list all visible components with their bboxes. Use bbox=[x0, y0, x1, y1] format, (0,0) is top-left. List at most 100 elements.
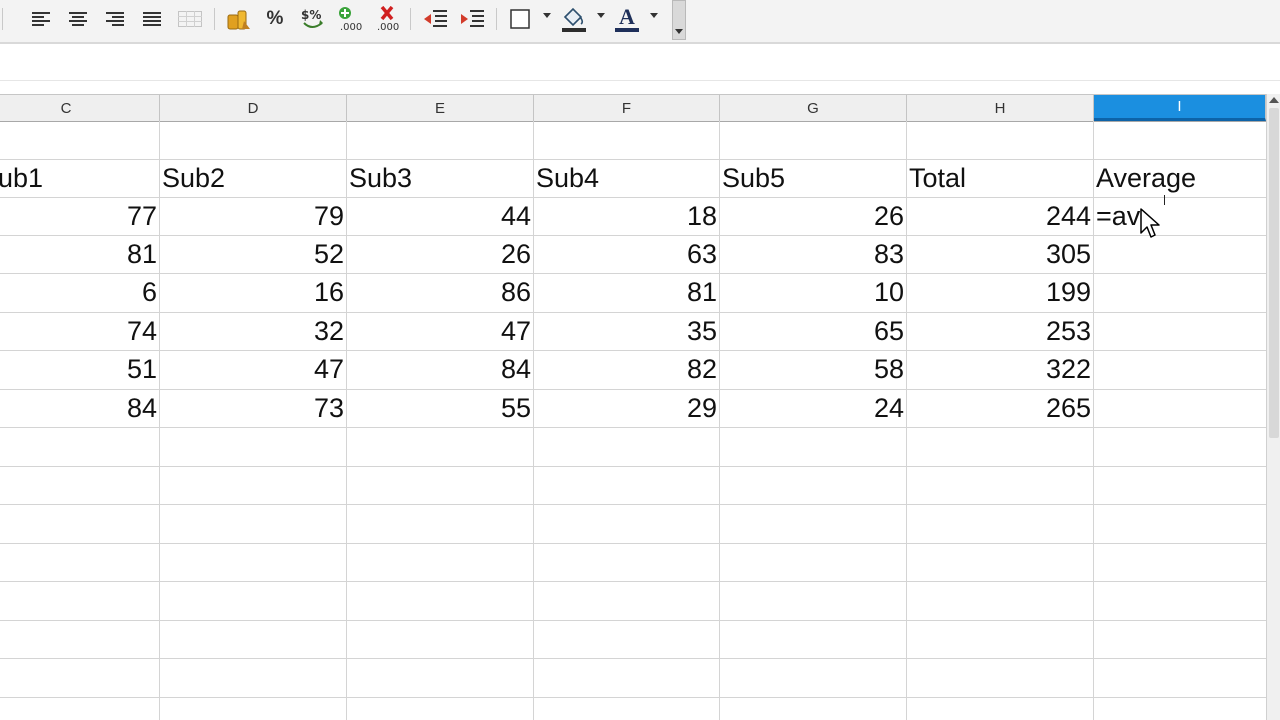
grid-line bbox=[0, 543, 1266, 544]
data-cell[interactable]: 26 bbox=[347, 235, 531, 273]
data-cell[interactable]: 18 bbox=[534, 197, 717, 235]
data-cell[interactable]: 73 bbox=[160, 389, 344, 427]
data-cell[interactable]: 77 bbox=[0, 197, 157, 235]
background-color-button[interactable] bbox=[558, 4, 590, 34]
scroll-up-arrow-icon[interactable] bbox=[1269, 97, 1279, 103]
add-decimal-icon: .000 bbox=[339, 7, 362, 32]
header-cell[interactable]: Sub3 bbox=[349, 159, 531, 197]
data-cell[interactable]: 44 bbox=[347, 197, 531, 235]
chevron-down-icon bbox=[675, 29, 683, 34]
currency-format-button[interactable] bbox=[225, 4, 253, 34]
grid-line bbox=[0, 466, 1266, 467]
header-cell[interactable]: Sub4 bbox=[536, 159, 718, 197]
column-header-f[interactable]: F bbox=[534, 95, 720, 121]
data-cell[interactable]: 322 bbox=[907, 350, 1091, 388]
grid-line bbox=[0, 658, 1266, 659]
data-cell[interactable]: 83 bbox=[720, 235, 904, 273]
toolbar-overflow-button[interactable] bbox=[672, 0, 686, 40]
justify-icon bbox=[143, 12, 161, 26]
percent-icon: % bbox=[266, 8, 284, 29]
data-cell[interactable]: 55 bbox=[347, 389, 531, 427]
background-color-dropdown-arrow[interactable] bbox=[597, 13, 605, 18]
align-center-button[interactable] bbox=[65, 4, 91, 34]
svg-text:.000: .000 bbox=[340, 22, 362, 32]
data-cell[interactable]: 32 bbox=[160, 312, 344, 350]
data-cell[interactable]: 47 bbox=[160, 350, 344, 388]
data-cell[interactable]: 35 bbox=[534, 312, 717, 350]
data-cell[interactable]: 305 bbox=[907, 235, 1091, 273]
data-cell[interactable]: 84 bbox=[347, 350, 531, 388]
vertical-scrollbar[interactable] bbox=[1266, 94, 1280, 720]
data-cell[interactable]: 81 bbox=[0, 235, 157, 273]
grid-line bbox=[0, 697, 1266, 698]
font-color-dropdown-arrow[interactable] bbox=[650, 13, 658, 18]
data-cell[interactable]: 74 bbox=[0, 312, 157, 350]
toolbar-separator bbox=[2, 8, 3, 30]
column-header-g[interactable]: G bbox=[720, 95, 907, 121]
data-cell[interactable]: 244 bbox=[907, 197, 1091, 235]
data-cell[interactable]: 24 bbox=[720, 389, 904, 427]
column-header-c[interactable]: C bbox=[0, 95, 160, 121]
borders-dropdown-arrow[interactable] bbox=[543, 13, 551, 18]
grid-line bbox=[0, 581, 1266, 582]
data-cell[interactable]: 86 bbox=[347, 273, 531, 311]
grid-line bbox=[0, 620, 1266, 621]
data-cell[interactable]: 265 bbox=[907, 389, 1091, 427]
data-cell[interactable]: 10 bbox=[720, 273, 904, 311]
data-cell[interactable]: 26 bbox=[720, 197, 904, 235]
align-left-button[interactable] bbox=[28, 4, 54, 34]
data-cell[interactable]: 199 bbox=[907, 273, 1091, 311]
merge-cells-button[interactable] bbox=[176, 4, 204, 34]
data-cell[interactable]: 58 bbox=[720, 350, 904, 388]
grid-line bbox=[0, 427, 1266, 428]
data-cell[interactable]: 81 bbox=[534, 273, 717, 311]
merge-cells-icon bbox=[178, 11, 202, 27]
decrease-indent-button[interactable] bbox=[421, 4, 449, 34]
grid-line bbox=[0, 504, 1266, 505]
data-cell[interactable]: 253 bbox=[907, 312, 1091, 350]
header-cell[interactable]: Average bbox=[1096, 159, 1264, 197]
text-caret bbox=[1164, 195, 1165, 205]
align-right-button[interactable] bbox=[102, 4, 128, 34]
add-decimal-button[interactable]: .000 bbox=[336, 4, 364, 34]
data-cell[interactable]: 84 bbox=[0, 389, 157, 427]
data-cell[interactable]: 51 bbox=[0, 350, 157, 388]
data-cell[interactable]: 29 bbox=[534, 389, 717, 427]
svg-text:.000: .000 bbox=[377, 22, 399, 32]
data-cell[interactable]: 82 bbox=[534, 350, 717, 388]
align-right-icon bbox=[106, 12, 124, 26]
number-format-icon: $% bbox=[301, 8, 323, 28]
data-cell[interactable]: 16 bbox=[160, 273, 344, 311]
data-cell[interactable]: 47 bbox=[347, 312, 531, 350]
background-color-icon bbox=[562, 7, 586, 32]
increase-indent-button[interactable] bbox=[458, 4, 486, 34]
delete-decimal-button[interactable]: .000 bbox=[373, 4, 401, 34]
percent-format-button[interactable]: % bbox=[262, 4, 288, 34]
decrease-indent-icon bbox=[424, 10, 447, 27]
toolbar-separator bbox=[496, 8, 497, 30]
number-format-button[interactable]: $% bbox=[299, 4, 327, 34]
borders-icon bbox=[510, 9, 530, 29]
font-color-button[interactable]: A bbox=[612, 4, 642, 34]
column-header-i[interactable]: I bbox=[1094, 95, 1266, 121]
column-header-d[interactable]: D bbox=[160, 95, 347, 121]
data-cell[interactable]: 63 bbox=[534, 235, 717, 273]
data-cell[interactable]: 6 bbox=[0, 273, 157, 311]
justify-button[interactable] bbox=[139, 4, 165, 34]
scrollbar-thumb[interactable] bbox=[1269, 108, 1279, 438]
header-cell[interactable]: Sub2 bbox=[162, 159, 344, 197]
header-cell[interactable]: ub1 bbox=[0, 159, 158, 197]
data-cell[interactable]: 79 bbox=[160, 197, 344, 235]
header-cell[interactable]: Sub5 bbox=[722, 159, 904, 197]
currency-icon bbox=[227, 10, 250, 30]
column-header-e[interactable]: E bbox=[347, 95, 534, 121]
spreadsheet-grid[interactable]: ub1 Sub2 Sub3 Sub4 Sub5 Total Average 77… bbox=[0, 121, 1266, 720]
header-cell[interactable]: Total bbox=[909, 159, 1091, 197]
active-cell-input[interactable]: =av bbox=[1096, 197, 1264, 235]
align-center-icon bbox=[69, 12, 87, 26]
column-header-h[interactable]: H bbox=[907, 95, 1094, 121]
borders-button[interactable] bbox=[506, 4, 534, 34]
data-cell[interactable]: 65 bbox=[720, 312, 904, 350]
data-cell[interactable]: 52 bbox=[160, 235, 344, 273]
font-color-icon: A bbox=[619, 4, 635, 29]
